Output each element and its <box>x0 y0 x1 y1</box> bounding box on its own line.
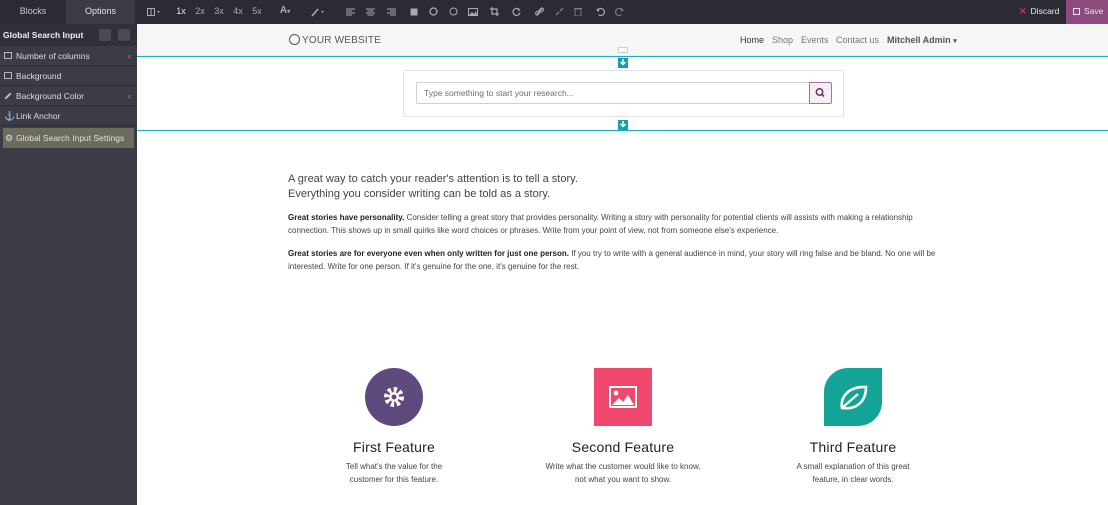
story-paragraph: Great stories are for everyone even when… <box>288 249 936 271</box>
size-4x-button[interactable]: 4x <box>232 0 244 24</box>
discard-button[interactable]: ✕ Discard <box>1010 0 1066 24</box>
font-icon[interactable]: A▾ <box>276 0 294 24</box>
sidebar-title: Global Search Input <box>3 30 84 40</box>
globe-icon <box>289 34 300 45</box>
feature-description: Write what the customer would like to kn… <box>545 462 701 484</box>
trash-icon[interactable] <box>573 0 583 24</box>
user-menu[interactable]: Mitchell Admin ▾ <box>887 35 957 45</box>
caret-down-icon: ▾ <box>953 38 957 45</box>
close-icon: ✕ <box>1019 6 1027 16</box>
story-lead: A great way to catch your reader's atten… <box>288 173 578 200</box>
refresh-icon[interactable] <box>511 0 521 24</box>
arrow-down-icon[interactable] <box>618 120 628 130</box>
nav-shop[interactable]: Shop <box>772 35 793 45</box>
circle-shape-icon[interactable] <box>428 0 438 24</box>
align-center-icon[interactable] <box>365 0 375 24</box>
sidebar-header: Global Search Input <box>0 24 137 46</box>
sidebar-item-background[interactable]: Background <box>0 66 137 86</box>
gear-icon <box>365 368 423 426</box>
align-left-icon[interactable] <box>345 0 355 24</box>
size-3x-button[interactable]: 3x <box>213 0 225 24</box>
picture-icon <box>594 368 652 426</box>
feature-card: Second Feature Write what the customer w… <box>503 368 743 486</box>
site-logo[interactable]: YOUR WEBSITE <box>289 34 381 46</box>
floppy-disk-icon <box>1073 8 1080 16</box>
tab-blocks[interactable]: Blocks <box>0 0 66 24</box>
sidebar-item-background-color[interactable]: Background Color ‹ <box>0 86 137 106</box>
layout-dropdown-icon[interactable] <box>145 0 163 24</box>
clone-icon[interactable] <box>99 29 111 41</box>
selection-border-top <box>137 56 1108 57</box>
size-2x-button[interactable]: 2x <box>194 0 206 24</box>
arrow-down-icon[interactable] <box>618 58 628 68</box>
feature-card: Third Feature A small explanation of thi… <box>733 368 973 486</box>
save-button[interactable]: Save <box>1066 0 1108 24</box>
snippet-move-handle[interactable] <box>618 47 628 53</box>
redo-icon[interactable] <box>614 0 624 24</box>
story-paragraph: Great stories have personality. Consider… <box>288 213 913 235</box>
global-search-block <box>403 70 844 117</box>
size-5x-button[interactable]: 5x <box>251 0 263 24</box>
sidebar-item-number-of-columns[interactable]: Number of columns ‹ <box>0 46 137 66</box>
image-icon <box>4 72 12 79</box>
columns-icon <box>4 52 12 59</box>
chevron-left-icon: ‹ <box>128 91 131 101</box>
gear-icon: ⚙ <box>5 133 14 143</box>
size-1x-button[interactable]: 1x <box>175 0 187 24</box>
nav-events[interactable]: Events <box>801 35 829 45</box>
feature-description: Tell what's the value for the customer fo… <box>345 462 443 484</box>
link-icon[interactable] <box>534 0 544 24</box>
sidebar-item-link-anchor[interactable]: ⚓ Link Anchor <box>0 106 137 126</box>
undo-icon[interactable] <box>595 0 605 24</box>
nav-home[interactable]: Home <box>740 35 764 45</box>
trash-icon[interactable] <box>118 29 130 41</box>
crop-icon[interactable] <box>489 0 499 24</box>
search-icon <box>815 88 825 98</box>
leaf-icon <box>824 368 882 426</box>
unlink-icon[interactable] <box>554 0 564 24</box>
square-shape-icon[interactable] <box>409 0 419 24</box>
feature-description: A small explanation of this great feature… <box>796 462 910 484</box>
options-sidebar: Global Search Input Number of columns ‹ … <box>0 24 137 505</box>
feature-title: Second Feature <box>571 439 675 455</box>
circle-outline-icon[interactable] <box>448 0 458 24</box>
chevron-left-icon: ‹ <box>128 51 131 61</box>
nav-contact-us[interactable]: Contact us <box>836 35 879 45</box>
paint-brush-icon <box>4 92 12 100</box>
selection-border-bottom <box>137 130 1108 131</box>
align-right-icon[interactable] <box>386 0 396 24</box>
anchor-icon: ⚓ <box>4 111 16 121</box>
search-button[interactable] <box>809 82 832 104</box>
feature-title: Third Feature <box>809 439 897 455</box>
website-canvas: YOUR WEBSITE Home Shop Events Contact us… <box>137 24 1108 505</box>
tab-options[interactable]: Options <box>66 0 135 24</box>
feature-card: First Feature Tell what's the value for … <box>274 368 514 486</box>
search-input[interactable] <box>416 82 809 104</box>
editor-toolbar: Blocks Options 1x 2x 3x 4x 5x A▾ ✕ Disca… <box>0 0 1108 24</box>
image-icon[interactable] <box>468 0 478 24</box>
feature-title: First Feature <box>353 439 435 455</box>
sidebar-item-global-search-input-settings[interactable]: ⚙ Global Search Input Settings <box>3 128 134 148</box>
paint-brush-icon[interactable] <box>309 0 327 24</box>
